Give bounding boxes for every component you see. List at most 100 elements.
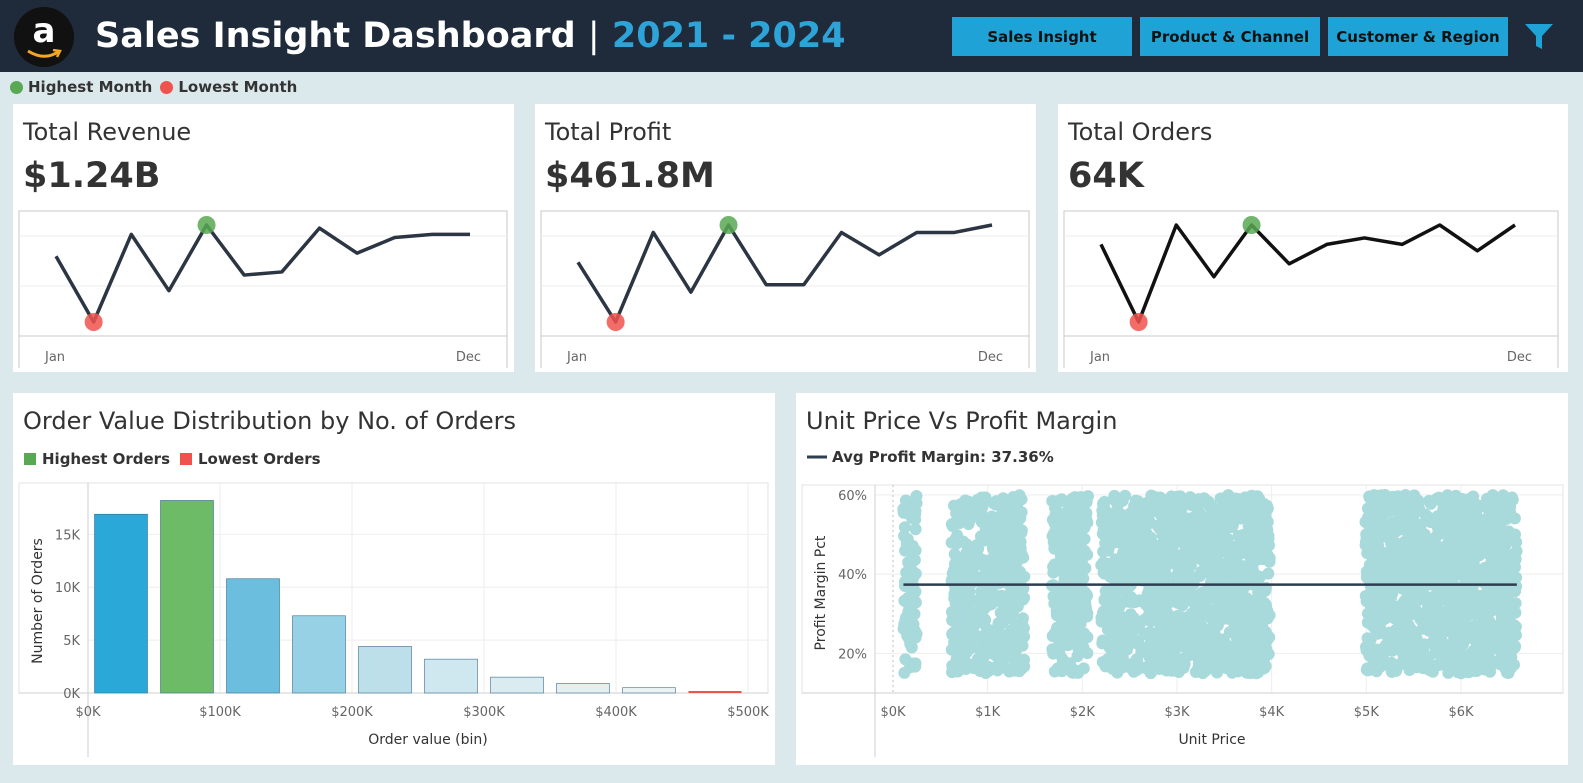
scatter-point <box>1243 593 1255 606</box>
lowest-month-marker <box>606 313 625 331</box>
scatter-point <box>1156 593 1169 606</box>
scatter-point <box>1048 558 1061 571</box>
scatter-point <box>1246 562 1259 575</box>
scatter-point <box>905 511 918 524</box>
scatter-point <box>1056 516 1068 529</box>
scatter-point <box>1198 531 1211 543</box>
nav-customer-region-button[interactable]: Customer & Region <box>1328 17 1508 56</box>
scatter-point <box>1375 557 1388 569</box>
scatter-point <box>1509 553 1522 566</box>
unit-price-profit-margin-panel: Unit Price Vs Profit Margin Avg Profit M… <box>796 393 1568 765</box>
highest-orders-swatch <box>24 453 36 465</box>
y-tick-label: 10K <box>55 581 81 596</box>
title-text: Sales Insight Dashboard <box>95 16 576 56</box>
scatter-point <box>1132 619 1145 632</box>
x-tick-label: $6K <box>1448 705 1474 720</box>
scatter-point <box>1422 600 1435 613</box>
scatter-point <box>1115 623 1128 636</box>
scatter-point <box>1075 522 1088 534</box>
scatter-point <box>1495 525 1508 537</box>
histogram-bar <box>292 615 346 694</box>
scatter-point <box>1235 628 1248 641</box>
scatter-point <box>1465 495 1478 507</box>
histogram-bar <box>424 658 478 694</box>
scatter-point <box>1414 521 1427 533</box>
scatter-point <box>1383 586 1395 599</box>
highest-month-dot <box>10 80 23 94</box>
scatter-point <box>999 513 1012 526</box>
scatter-point <box>1136 558 1149 571</box>
kpi-value: $461.8M <box>545 156 715 196</box>
scatter-point <box>1449 567 1462 579</box>
scatter-point <box>1484 559 1497 572</box>
scatter-point <box>1423 616 1435 629</box>
x-axis-label: Order value (bin) <box>368 732 488 748</box>
scatter-point <box>1117 568 1130 580</box>
scatter-legend: Avg Profit Margin: 37.36% <box>807 448 1054 466</box>
scatter-point <box>1170 663 1183 676</box>
scatter-point <box>1198 603 1211 616</box>
scatter-point <box>1484 640 1497 653</box>
filter-icon[interactable] <box>1524 22 1554 52</box>
scatter-point <box>1074 604 1087 617</box>
scatter-point <box>978 602 991 615</box>
scatter-point <box>1253 648 1266 661</box>
scatter-point <box>964 557 977 570</box>
scatter-point <box>1187 594 1200 607</box>
scatter-point <box>1161 608 1173 620</box>
scatter-point <box>1157 502 1170 514</box>
smile-arrow-icon <box>27 49 62 58</box>
scatter-point <box>1484 592 1497 605</box>
x-tick-label: $3K <box>1164 705 1190 720</box>
x-tick-label: $0K <box>880 705 906 720</box>
scatter-point <box>1398 597 1411 610</box>
x-tick-label: $300K <box>463 705 505 720</box>
x-tick-label: $100K <box>199 705 241 720</box>
scatter-point <box>1222 489 1235 502</box>
y-tick-label: 40% <box>838 568 867 583</box>
histogram-legend: Highest Orders Lowest Orders <box>24 450 321 468</box>
scatter-point <box>961 602 974 615</box>
scatter-point <box>1379 657 1392 670</box>
highest-month-label: Highest Month <box>28 78 153 96</box>
nav-sales-insight-button[interactable]: Sales Insight <box>952 17 1132 56</box>
scatter-point <box>1362 512 1374 525</box>
scatter-point <box>951 650 964 662</box>
scatter-point <box>1123 549 1135 562</box>
highest-month-marker <box>719 216 738 234</box>
scatter-point <box>1243 515 1256 528</box>
scatter-point <box>1438 527 1451 540</box>
histogram-chart: Number of Orders Order value (bin) 0K 5K 1… <box>18 482 769 757</box>
scatter-point <box>975 515 988 528</box>
scatter-point <box>1399 523 1412 536</box>
y-tick-label: 20% <box>838 647 867 662</box>
scatter-point <box>1198 551 1211 564</box>
scatter-point <box>1171 610 1184 622</box>
nav-product-channel-button[interactable]: Product & Channel <box>1140 17 1320 56</box>
scatter-point <box>1097 566 1110 579</box>
scatter-point <box>994 606 1007 619</box>
revenue-sparkline: Jan Dec <box>18 210 508 368</box>
scatter-point <box>988 571 1001 584</box>
x-tick-label: $5K <box>1354 705 1380 720</box>
scatter-point <box>1167 638 1180 651</box>
scatter-point <box>1112 536 1125 549</box>
sparkline-series <box>1099 223 1516 324</box>
scatter-point <box>1059 608 1072 621</box>
x-tick-label: Jan <box>44 350 65 365</box>
scatter-point <box>900 537 913 550</box>
scatter-chart: Profit Margin Pct Unit Price 20% 40% 60% $0… <box>801 484 1564 757</box>
scatter-point <box>1102 544 1115 557</box>
scatter-point <box>957 535 970 548</box>
scatter-point <box>1046 530 1059 543</box>
scatter-point <box>1125 511 1138 524</box>
scatter-point <box>1171 596 1184 609</box>
scatter-point <box>962 518 975 531</box>
histogram-bar <box>226 578 280 694</box>
scatter-point <box>1014 493 1027 506</box>
scatter-point <box>1017 622 1030 635</box>
histogram-bar <box>358 646 412 694</box>
x-tick-label: $500K <box>727 705 769 720</box>
scatter-point <box>1246 526 1259 539</box>
scatter-point <box>1016 593 1029 606</box>
